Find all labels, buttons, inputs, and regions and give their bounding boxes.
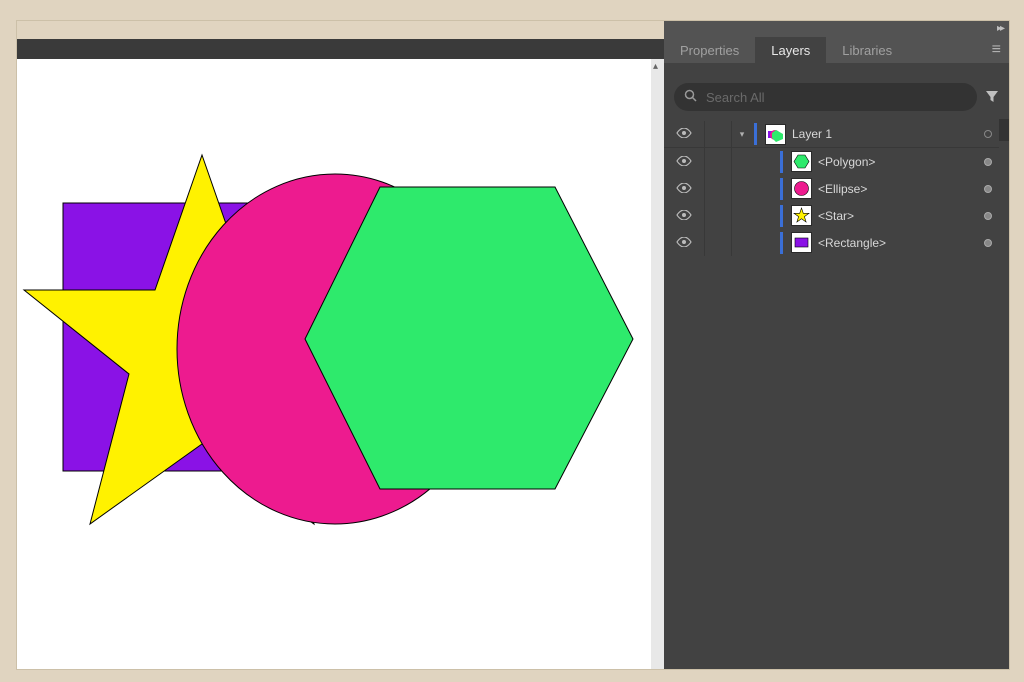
expand-arrow-icon[interactable]: ▾ — [736, 129, 748, 140]
sublayer-thumbnail[interactable] — [791, 205, 812, 226]
eye-icon — [676, 155, 692, 169]
collapse-panels-icon[interactable]: ▸▸ — [997, 23, 1003, 34]
sublayer-row-polygon[interactable]: <Polygon> — [664, 148, 999, 175]
selection-color-bar — [780, 178, 783, 200]
search-row — [674, 83, 999, 111]
target-icon[interactable] — [984, 130, 992, 138]
sublayer-name-label[interactable]: <Polygon> — [818, 155, 875, 169]
target-icon[interactable] — [984, 185, 992, 193]
tab-libraries[interactable]: Libraries — [826, 37, 908, 63]
lock-column[interactable] — [704, 121, 732, 148]
filter-icon[interactable] — [985, 89, 999, 106]
sublayer-name-label[interactable]: <Rectangle> — [818, 236, 886, 250]
lock-column[interactable] — [704, 175, 732, 202]
scroll-up-arrow[interactable]: ▴ — [653, 61, 658, 72]
eye-icon — [676, 127, 692, 141]
search-input[interactable] — [706, 90, 967, 105]
sublayer-thumbnail[interactable] — [791, 178, 812, 199]
selection-color-bar — [780, 151, 783, 173]
panel-menu-icon[interactable]: ≡ — [992, 41, 1001, 59]
panel-tabs: Properties Layers Libraries ≡ — [664, 37, 1009, 63]
tab-properties[interactable]: Properties — [664, 37, 755, 63]
visibility-toggle[interactable] — [664, 209, 704, 223]
sublayer-row-star[interactable]: <Star> — [664, 202, 999, 229]
eye-icon — [676, 182, 692, 196]
target-icon[interactable] — [984, 158, 992, 166]
visibility-toggle[interactable] — [664, 182, 704, 196]
layers-list: ▾ Layer 1 — [664, 121, 999, 669]
visibility-toggle[interactable] — [664, 155, 704, 169]
selection-color-bar — [754, 123, 757, 145]
workspace: ▴ ▸▸ Properties Layers Libraries ≡ — [17, 21, 1009, 669]
sublayer-name-label[interactable]: <Ellipse> — [818, 182, 867, 196]
visibility-toggle[interactable] — [664, 236, 704, 250]
visibility-toggle[interactable] — [664, 127, 704, 141]
target-icon[interactable] — [984, 212, 992, 220]
layer-row-layer1[interactable]: ▾ Layer 1 — [664, 121, 999, 148]
layer-name-label[interactable]: Layer 1 — [792, 127, 832, 141]
sublayer-thumbnail[interactable] — [791, 232, 812, 253]
lock-column[interactable] — [704, 148, 732, 175]
sublayer-name-label[interactable]: <Star> — [818, 209, 854, 223]
panel-edge-tab[interactable] — [999, 119, 1009, 141]
sublayer-thumbnail[interactable] — [791, 151, 812, 172]
app-frame: ▴ ▸▸ Properties Layers Libraries ≡ — [16, 20, 1010, 670]
sublayer-row-rectangle[interactable]: <Rectangle> — [664, 229, 999, 256]
lock-column[interactable] — [704, 202, 732, 229]
layers-panel: ▾ Layer 1 — [664, 63, 1009, 669]
layer-thumbnail[interactable] — [765, 124, 786, 145]
right-panel: ▸▸ Properties Layers Libraries ≡ — [664, 21, 1009, 669]
search-icon — [684, 89, 698, 106]
target-icon[interactable] — [984, 239, 992, 247]
canvas[interactable]: ▴ — [17, 59, 666, 669]
eye-icon — [676, 209, 692, 223]
search-box[interactable] — [674, 83, 977, 111]
artwork-canvas — [17, 59, 657, 669]
selection-color-bar — [780, 205, 783, 227]
lock-column[interactable] — [704, 229, 732, 256]
sublayer-row-ellipse[interactable]: <Ellipse> — [664, 175, 999, 202]
eye-icon — [676, 236, 692, 250]
document-tab-bar[interactable] — [17, 39, 666, 59]
tab-layers[interactable]: Layers — [755, 37, 826, 63]
selection-color-bar — [780, 232, 783, 254]
